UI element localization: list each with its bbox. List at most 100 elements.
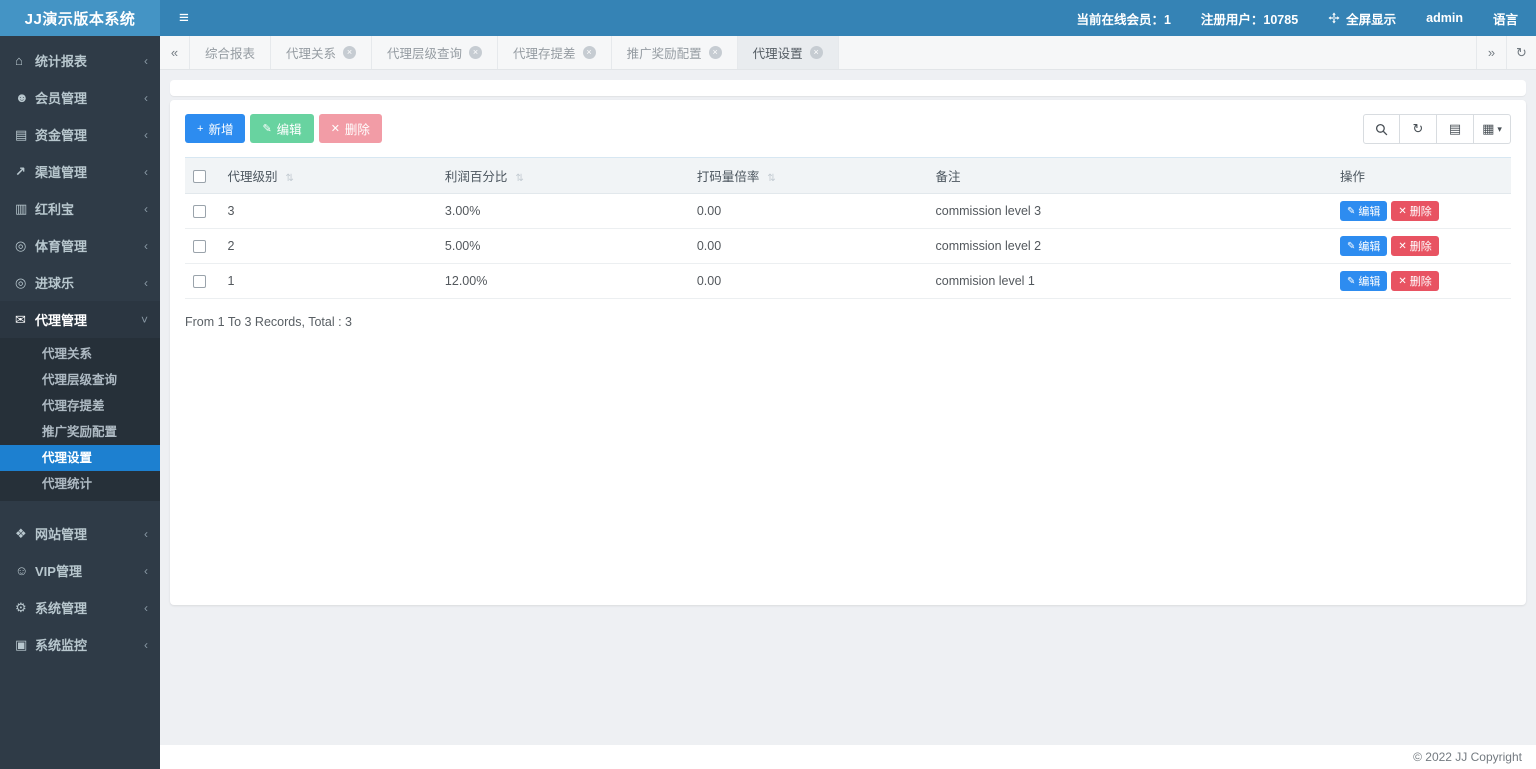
- chevron-left-icon: ‹: [144, 53, 148, 68]
- edit-button[interactable]: ✎ 编辑: [250, 114, 314, 143]
- chevron-left-icon: ‹: [144, 563, 148, 578]
- sidebar-item-funds-mgmt[interactable]: ▤ 资金管理 ‹: [0, 116, 160, 153]
- language-menu[interactable]: 语言: [1493, 9, 1518, 28]
- member-icon: ☻: [15, 90, 29, 105]
- select-all-checkbox[interactable]: [193, 169, 206, 183]
- tabs-scroll-left-button[interactable]: «: [160, 36, 190, 69]
- sidebar-item-stats-report[interactable]: ⌂ 统计报表 ‹: [0, 42, 160, 79]
- sidebar-item-bonus-treasure[interactable]: ▥ 红利宝 ‹: [0, 190, 160, 227]
- submenu-item-agent-relation[interactable]: 代理关系: [0, 341, 160, 367]
- sidebar-item-label: 系统监控: [35, 638, 88, 653]
- sort-icon[interactable]: ⇅: [515, 173, 523, 184]
- sidebar-item-goal-fun[interactable]: ◎ 进球乐 ‹: [0, 264, 160, 301]
- sidebar-item-system-monitor[interactable]: ▣ 系统监控 ‹: [0, 626, 160, 663]
- table-row: 2 5.00% 0.00 commission level 2 ✎ 编辑 ✕ 删除: [185, 228, 1511, 264]
- sort-icon[interactable]: ⇅: [285, 173, 293, 184]
- vip-icon: ☺: [15, 563, 29, 578]
- x-icon: ✕: [330, 123, 340, 135]
- tab-agent-settings[interactable]: 代理设置 ×: [737, 36, 839, 69]
- double-chevron-right-icon: »: [1487, 45, 1496, 60]
- search-button[interactable]: [1363, 114, 1400, 144]
- sidebar-toggle-button[interactable]: ≡: [160, 0, 208, 36]
- delete-button[interactable]: ✕ 删除: [318, 114, 382, 143]
- hamburger-icon: ≡: [179, 8, 189, 27]
- tab-spacer: [839, 36, 1476, 69]
- row-checkbox[interactable]: [193, 275, 206, 289]
- agent-submenu: 代理关系 代理层级查询 代理存提差 推广奖励配置 代理设置 代理统计: [0, 338, 160, 501]
- sidebar-item-sports-mgmt[interactable]: ◎ 体育管理 ‹: [0, 227, 160, 264]
- sidebar-item-label: 系统管理: [35, 601, 88, 616]
- chevron-left-icon: ‹: [144, 238, 148, 253]
- cell-bet-multiple: 0.00: [688, 228, 928, 264]
- fullscreen-icon: [1328, 12, 1340, 24]
- pencil-icon: ✎: [1346, 240, 1356, 252]
- tab-promo-reward-config[interactable]: 推广奖励配置 ×: [612, 36, 738, 69]
- bonus-icon: ▥: [15, 200, 28, 216]
- columns-grid-icon: ▦: [1482, 121, 1495, 136]
- close-icon[interactable]: ×: [582, 46, 596, 59]
- column-header-remark: 备注: [927, 157, 1332, 194]
- fullscreen-button[interactable]: 全屏显示: [1328, 9, 1396, 28]
- agent-settings-panel: + 新增 ✎ 编辑 ✕ 删除 ↻ ▤ ▦ ▾ 代理级别 ⇅ 利润百分比 ⇅ 打码…: [170, 100, 1526, 605]
- add-button[interactable]: + 新增: [185, 114, 246, 143]
- brand-logo[interactable]: JJ演示版本系统: [0, 0, 160, 36]
- column-header-bet-multiple[interactable]: 打码量倍率 ⇅: [688, 157, 928, 194]
- funds-icon: ▤: [15, 126, 28, 142]
- row-edit-button[interactable]: ✎ 编辑: [1339, 236, 1388, 256]
- row-edit-button[interactable]: ✎ 编辑: [1339, 201, 1388, 221]
- row-checkbox[interactable]: [193, 240, 206, 254]
- table-tools-group: ↻ ▤ ▦ ▾: [1363, 114, 1511, 144]
- pencil-icon: ✎: [262, 123, 272, 135]
- tab-agent-relation[interactable]: 代理关系 ×: [271, 36, 373, 69]
- tabs-scroll-right-button[interactable]: »: [1476, 36, 1506, 69]
- sidebar-item-member-mgmt[interactable]: ☻ 会员管理 ‹: [0, 79, 160, 116]
- submenu-item-agent-level-query[interactable]: 代理层级查询: [0, 367, 160, 393]
- columns-button[interactable]: ▦ ▾: [1474, 114, 1511, 144]
- close-icon[interactable]: ×: [469, 46, 483, 59]
- refresh-icon: ↻: [1412, 121, 1424, 136]
- close-icon[interactable]: ×: [809, 46, 823, 59]
- sidebar-item-agent-mgmt[interactable]: ✉ 代理管理 ˅: [0, 301, 160, 338]
- tab-overview-report[interactable]: 综合报表: [190, 36, 272, 69]
- detail-view-button[interactable]: ▤: [1437, 114, 1474, 144]
- app-window: JJ演示版本系统 ≡ 当前在线会员：1 注册用户：10785 全屏显示 admi…: [0, 0, 1536, 769]
- x-icon: ✕: [1398, 205, 1407, 217]
- refresh-button[interactable]: ↻: [1400, 114, 1437, 144]
- row-edit-button[interactable]: ✎ 编辑: [1339, 271, 1388, 291]
- sort-icon[interactable]: ⇅: [767, 173, 775, 184]
- submenu-item-agent-deposit-diff[interactable]: 代理存提差: [0, 393, 160, 419]
- row-checkbox[interactable]: [193, 205, 206, 219]
- cell-profit-percent: 3.00%: [436, 193, 689, 229]
- close-icon[interactable]: ×: [708, 46, 722, 59]
- close-icon[interactable]: ×: [343, 46, 357, 59]
- submenu-item-agent-stats[interactable]: 代理统计: [0, 471, 160, 497]
- chevron-left-icon: ‹: [144, 637, 148, 652]
- submenu-item-agent-settings[interactable]: 代理设置: [0, 445, 160, 471]
- sidebar-item-channel-mgmt[interactable]: ↗ 渠道管理 ‹: [0, 153, 160, 190]
- column-header-agent-level[interactable]: 代理级别 ⇅: [219, 157, 437, 194]
- sidebar-item-vip-mgmt[interactable]: ☺ VIP管理 ‹: [0, 552, 160, 589]
- sidebar-item-system-mgmt[interactable]: ⚙ 系统管理 ‹: [0, 589, 160, 626]
- table-header-row: 代理级别 ⇅ 利润百分比 ⇅ 打码量倍率 ⇅ 备注 操作: [185, 157, 1511, 194]
- copyright-text: © 2022 JJ Copyright: [1413, 750, 1522, 764]
- pencil-icon: ✎: [1346, 205, 1356, 217]
- row-delete-button[interactable]: ✕ 删除: [1391, 201, 1439, 221]
- tab-agent-level-query[interactable]: 代理层级查询 ×: [372, 36, 499, 69]
- cell-bet-multiple: 0.00: [688, 263, 928, 299]
- chevron-left-icon: ‹: [144, 275, 148, 290]
- row-delete-button[interactable]: ✕ 删除: [1391, 271, 1439, 291]
- tabs-refresh-button[interactable]: ↻: [1506, 36, 1536, 69]
- column-header-actions: 操作: [1331, 157, 1511, 194]
- stats-report-icon: ⌂: [15, 53, 23, 68]
- online-members-status: 当前在线会员：1: [1076, 12, 1171, 27]
- sidebar-item-website-mgmt[interactable]: ❖ 网站管理 ‹: [0, 515, 160, 552]
- double-chevron-left-icon: «: [170, 45, 179, 60]
- cell-agent-level: 1: [219, 263, 437, 299]
- tab-agent-deposit-diff[interactable]: 代理存提差 ×: [498, 36, 612, 69]
- user-menu[interactable]: admin: [1426, 11, 1463, 25]
- tab-label: 代理关系: [286, 47, 337, 61]
- submenu-item-promo-reward-config[interactable]: 推广奖励配置: [0, 419, 160, 445]
- cell-remark: commission level 3: [927, 193, 1332, 229]
- column-header-profit-percent[interactable]: 利润百分比 ⇅: [436, 157, 689, 194]
- row-delete-button[interactable]: ✕ 删除: [1391, 236, 1439, 256]
